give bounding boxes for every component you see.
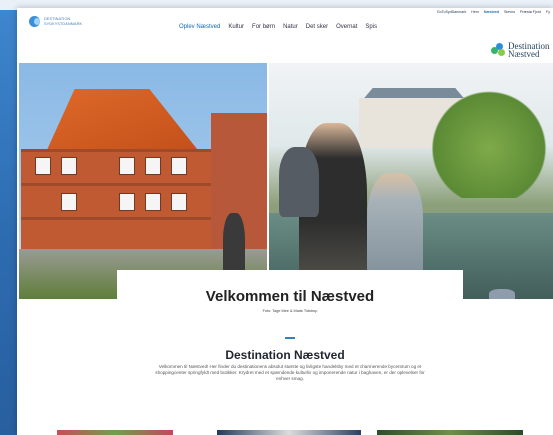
- half-timbered-house: [21, 149, 211, 249]
- nav-item-natur[interactable]: Natur: [283, 24, 298, 30]
- nav-item-overnat[interactable]: Overnat: [336, 24, 357, 30]
- logo-line-2: SYDKYSTDANMARK: [44, 21, 83, 26]
- sneaker: [489, 289, 515, 299]
- main-navigation: Oplev Næstved Kultur For børn Natur Det …: [179, 24, 377, 30]
- top-link-gotosyddanmark[interactable]: GoToSydDanmark: [437, 10, 466, 14]
- badge-line-2: Næstved: [508, 49, 540, 59]
- badge-text: Destination Næstved: [508, 42, 550, 59]
- destination-leaf-icon: [491, 42, 505, 56]
- nav-item-oplev-naestved[interactable]: Oplev Næstved: [179, 24, 220, 30]
- woman-sitting: [367, 173, 423, 283]
- destination-naestved-badge[interactable]: Destination Næstved: [491, 42, 550, 59]
- top-link-hem[interactable]: Hem: [471, 10, 479, 14]
- nav-item-for-born[interactable]: For børn: [252, 24, 275, 30]
- section-divider: [285, 337, 295, 339]
- photo-credit: Foto: Tage Mee & Mads Tidstrup: [262, 309, 318, 313]
- top-link-stevns[interactable]: Stevns: [504, 10, 515, 14]
- top-link-praesto-fjord[interactable]: Præstø Fjord: [520, 10, 541, 14]
- willow-tree: [419, 88, 553, 198]
- backpack: [279, 147, 319, 217]
- hero-image-couple-by-lake: [269, 63, 553, 299]
- top-links-bar: GoToSydDanmark Hem Næstved Stevns Præstø…: [17, 8, 553, 16]
- teaser-card-3[interactable]: [377, 430, 523, 435]
- top-link-fy[interactable]: Fy: [546, 10, 550, 14]
- webpage: GoToSydDanmark Hem Næstved Stevns Præstø…: [17, 8, 553, 435]
- hero-image-old-town: [19, 63, 267, 299]
- top-link-naestved[interactable]: Næstved: [484, 10, 499, 14]
- nav-item-det-sker[interactable]: Det sker: [306, 24, 328, 30]
- site-logo[interactable]: DESTINATION SYDKYSTDANMARK: [29, 16, 82, 27]
- section-title: Destination Næstved: [225, 348, 345, 362]
- teaser-card-1[interactable]: [57, 430, 173, 435]
- nav-item-kultur[interactable]: Kultur: [228, 24, 244, 30]
- section-body-text: Velkommen til Næstved! Her finder du des…: [155, 364, 425, 382]
- hero-title: Velkommen til Næstved: [205, 288, 375, 305]
- logo-text: DESTINATION SYDKYSTDANMARK: [44, 17, 82, 26]
- teaser-card-2[interactable]: [217, 430, 361, 435]
- house-roof: [47, 89, 197, 149]
- logo-icon: [29, 16, 40, 27]
- nav-item-spis[interactable]: Spis: [365, 24, 377, 30]
